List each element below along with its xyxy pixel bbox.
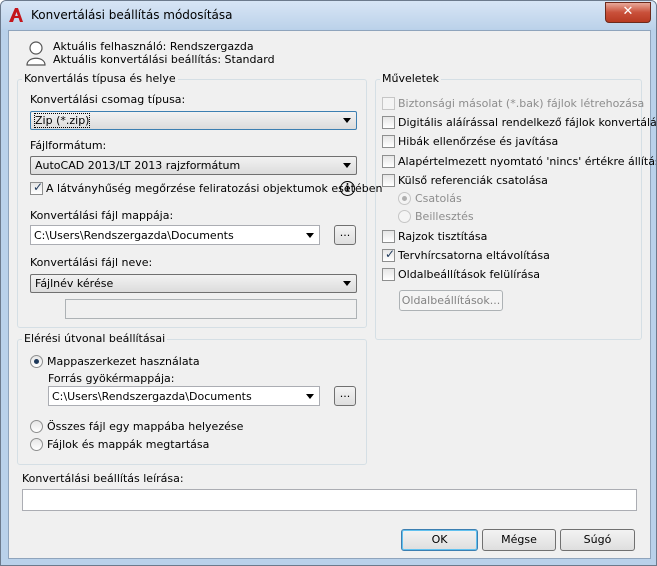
dialog-body: Aktuális felhasználó: Rendszergazda Aktu… xyxy=(8,30,656,559)
radio-keep-files-folders[interactable] xyxy=(30,438,43,451)
chevron-down-icon xyxy=(306,233,314,238)
close-button[interactable]: ✕ xyxy=(605,2,651,23)
source-root-browse-button[interactable]: ... xyxy=(334,386,356,406)
bind-xrefs-checkbox[interactable] xyxy=(382,174,395,187)
ok-button[interactable]: OK xyxy=(401,529,478,551)
conversion-folder-label: Konvertálási fájl mappája: xyxy=(30,209,174,222)
replace-page-setups-label: Oldalbeállítások felülírása xyxy=(398,268,541,281)
chevron-down-icon xyxy=(343,281,351,286)
conversion-file-name-select[interactable]: Fájlnév kérése xyxy=(30,274,357,293)
conversion-file-name-input[interactable] xyxy=(65,299,357,319)
visual-fidelity-checkbox[interactable]: ✓ xyxy=(30,180,44,195)
chevron-down-icon xyxy=(306,394,314,399)
visual-fidelity-label: A látványhűség megőrzése feliratozási ob… xyxy=(46,182,383,195)
conversion-type-group-title: Konvertálás típusa és helye xyxy=(22,72,178,85)
check-fix-errors-label: Hibák ellenőrzése és javítása xyxy=(398,135,559,148)
current-user-text: Aktuális felhasználó: Rendszergazda xyxy=(53,40,254,53)
radio-xref-bind[interactable] xyxy=(398,192,411,205)
purge-drawings-checkbox[interactable] xyxy=(382,230,395,243)
file-format-value: AutoCAD 2013/LT 2013 rajzformátum xyxy=(35,159,241,172)
purge-drawings-label: Rajzok tisztítása xyxy=(398,230,488,243)
description-input[interactable] xyxy=(22,489,637,511)
radio-single-folder[interactable] xyxy=(30,420,43,433)
actions-group-title: Műveletek xyxy=(380,72,442,85)
description-label: Konvertálási beállítás leírása: xyxy=(22,472,184,485)
help-button[interactable]: Súgó xyxy=(560,529,635,551)
package-type-select[interactable]: Zip (*.zip) xyxy=(30,111,357,130)
path-options-group-title: Elérési útvonal beállításai xyxy=(22,332,168,345)
replace-page-setups-checkbox[interactable] xyxy=(382,268,395,281)
user-silhouette-icon xyxy=(26,41,46,66)
radio-dot xyxy=(34,359,39,364)
cancel-button[interactable]: Mégse xyxy=(482,529,556,551)
default-plotter-label: Alapértelmezett nyomtató 'nincs' értékre… xyxy=(398,155,657,168)
checkmark-icon: ✓ xyxy=(33,180,44,194)
conversion-folder-browse-button[interactable]: ... xyxy=(334,225,356,245)
radio-xref-insert[interactable] xyxy=(398,210,411,223)
check-fix-errors-checkbox[interactable] xyxy=(382,135,395,148)
use-folder-structure-label: Mappaszerkezet használata xyxy=(47,355,200,368)
digital-signature-checkbox[interactable] xyxy=(382,116,395,129)
bind-xrefs-label: Külső referenciák csatolása xyxy=(398,174,548,187)
backup-files-label: Biztonsági másolat (*.bak) fájlok létreh… xyxy=(398,97,645,110)
source-root-combo[interactable]: C:\Users\Rendszergazda\Documents xyxy=(48,386,320,406)
conversion-file-name-label: Konvertálási fájl neve: xyxy=(30,256,153,269)
dialog-window: Konvertálási beállítás módosítása ✕ Aktu… xyxy=(0,0,657,566)
package-type-label: Konvertálási csomag típusa: xyxy=(30,93,186,106)
source-root-label: Forrás gyökérmappája: xyxy=(48,372,175,385)
default-plotter-checkbox[interactable] xyxy=(382,155,395,168)
remove-design-feed-label: Tervhírcsatorna eltávolítása xyxy=(398,249,550,262)
chevron-down-icon xyxy=(343,118,351,123)
source-root-value: C:\Users\Rendszergazda\Documents xyxy=(52,390,252,403)
window-title: Konvertálási beállítás módosítása xyxy=(31,8,233,22)
file-format-label: Fájlformátum: xyxy=(30,139,107,152)
autocad-logo-icon xyxy=(9,8,23,22)
conversion-file-name-value: Fájlnév kérése xyxy=(35,277,114,290)
info-icon[interactable]: i xyxy=(340,181,355,196)
file-format-select[interactable]: AutoCAD 2013/LT 2013 rajzformátum xyxy=(30,156,357,175)
conversion-folder-value: C:\Users\Rendszergazda\Documents xyxy=(34,229,234,242)
radio-use-folder-structure[interactable] xyxy=(30,355,43,368)
keep-files-folders-label: Fájlok és mappák megtartása xyxy=(47,438,210,451)
checkmark-icon: ✓ xyxy=(385,247,396,261)
radio-dot xyxy=(402,196,407,201)
xref-bind-label: Csatolás xyxy=(415,192,462,205)
digital-signature-label: Digitális aláírással rendelkező fájlok k… xyxy=(398,116,657,129)
single-folder-label: Összes fájl egy mappába helyezése xyxy=(47,420,244,433)
conversion-folder-combo[interactable]: C:\Users\Rendszergazda\Documents xyxy=(30,225,320,245)
package-type-value: Zip (*.zip) xyxy=(33,113,91,128)
xref-insert-label: Beillesztés xyxy=(415,210,474,223)
backup-files-checkbox[interactable] xyxy=(382,97,395,110)
chevron-down-icon xyxy=(343,163,351,168)
page-setups-button[interactable]: Oldalbeállítások... xyxy=(399,290,503,311)
title-bar[interactable]: Konvertálási beállítás módosítása ✕ xyxy=(1,1,656,29)
current-setting-text: Aktuális konvertálási beállítás: Standar… xyxy=(53,53,275,66)
remove-design-feed-checkbox[interactable]: ✓ xyxy=(382,247,396,262)
